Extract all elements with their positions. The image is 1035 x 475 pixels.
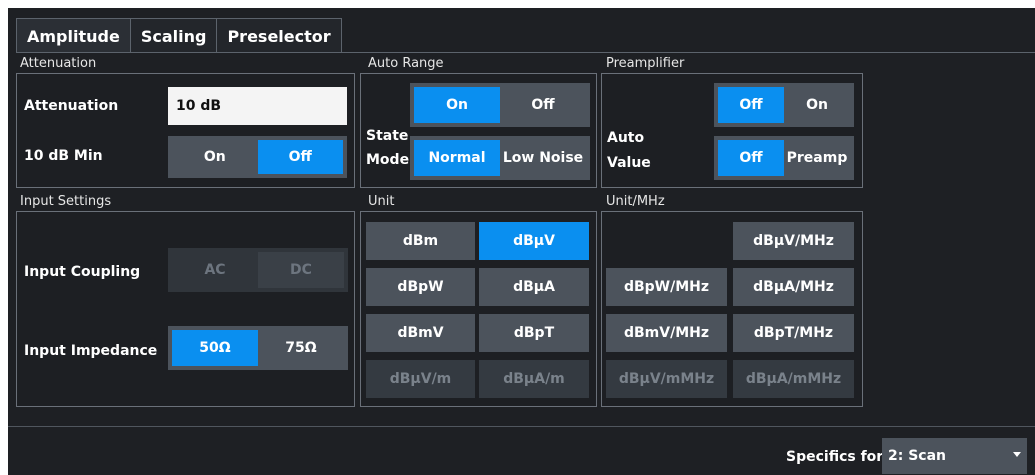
attenuation-group-title: Attenuation [20,56,97,71]
input-coupling-toggle[interactable]: AC DC [168,248,348,292]
auto-range-mode-low-noise[interactable]: Low Noise [500,140,586,176]
tab-bar: Amplitude Scaling Preselector [16,18,342,53]
input-impedance-50[interactable]: 50Ω [172,330,258,366]
unit-dbpt-button[interactable]: dBpT [479,314,589,352]
input-impedance-label: Input Impedance [24,343,158,359]
preamp-auto-toggle[interactable]: Off On [714,83,854,127]
preamp-auto-label: Auto [607,130,645,146]
preamp-auto-off[interactable]: Off [718,87,784,123]
input-impedance-75[interactable]: 75Ω [258,330,344,366]
unit-mhz-dbpw-button[interactable]: dBpW/MHz [606,268,727,306]
auto-range-state-off[interactable]: Off [500,87,586,123]
unit-group-title: Unit [368,194,395,209]
tab-divider [16,52,1035,53]
unit-dbm-button[interactable]: dBm [366,222,475,260]
amplitude-dialog: Amplitude Scaling Preselector Attenuatio… [8,8,1035,475]
unit-dbuv-button[interactable]: dBμV [479,222,589,260]
auto-range-group-title: Auto Range [368,56,444,71]
attenuation-min-toggle[interactable]: On Off [168,136,347,178]
preamp-auto-on[interactable]: On [784,87,850,123]
attenuation-min-off[interactable]: Off [257,140,343,174]
preamp-value-toggle[interactable]: Off Preamp [714,136,854,180]
input-coupling-label: Input Coupling [24,264,141,280]
unit-dbuv-m-button[interactable]: dBμV/m [366,360,475,398]
chevron-down-icon [1013,452,1021,457]
auto-range-state-label: State [366,128,409,144]
input-impedance-toggle[interactable]: 50Ω 75Ω [168,326,348,370]
unit-mhz-dbuv-m-button[interactable]: dBμV/mMHz [606,360,727,398]
tab-scaling[interactable]: Scaling [130,18,218,53]
unit-mhz-dbua-m-button[interactable]: dBμA/mMHz [733,360,854,398]
unit-dbpw-button[interactable]: dBpW [366,268,475,306]
preamp-value-label: Value [607,155,651,171]
preamplifier-group-title: Preamplifier [606,56,685,71]
input-coupling-ac[interactable]: AC [172,252,258,288]
unit-dbua-m-button[interactable]: dBμA/m [479,360,589,398]
preamp-value-off[interactable]: Off [718,140,784,176]
input-settings-group-title: Input Settings [20,194,112,209]
auto-range-mode-toggle[interactable]: Normal Low Noise [410,136,590,180]
tab-preselector[interactable]: Preselector [217,18,342,53]
attenuation-min-label: 10 dB Min [24,148,103,164]
input-settings-group [16,211,355,407]
unit-mhz-group-title: Unit/MHz [606,194,665,209]
preamp-value-preamp[interactable]: Preamp [784,140,850,176]
unit-dbua-button[interactable]: dBμA [479,268,589,306]
tab-amplitude[interactable]: Amplitude [16,18,131,53]
auto-range-state-toggle[interactable]: On Off [410,83,590,127]
specifics-select[interactable]: 2: Scan [882,438,1027,474]
footer-divider [8,426,1035,427]
unit-mhz-dbuv-button[interactable]: dBμV/MHz [733,222,854,260]
auto-range-mode-normal[interactable]: Normal [414,140,500,176]
input-coupling-dc[interactable]: DC [258,252,344,288]
specifics-label: Specifics for [786,449,884,465]
attenuation-label: Attenuation [24,98,119,114]
unit-dbmv-button[interactable]: dBmV [366,314,475,352]
unit-mhz-dbpt-button[interactable]: dBpT/MHz [733,314,854,352]
specifics-value: 2: Scan [888,448,947,464]
attenuation-min-on[interactable]: On [172,140,258,174]
unit-mhz-dbmv-button[interactable]: dBmV/MHz [606,314,727,352]
auto-range-mode-label: Mode [366,152,410,168]
auto-range-state-on[interactable]: On [414,87,500,123]
unit-mhz-dbua-button[interactable]: dBμA/MHz [733,268,854,306]
attenuation-input[interactable]: 10 dB [168,87,347,125]
